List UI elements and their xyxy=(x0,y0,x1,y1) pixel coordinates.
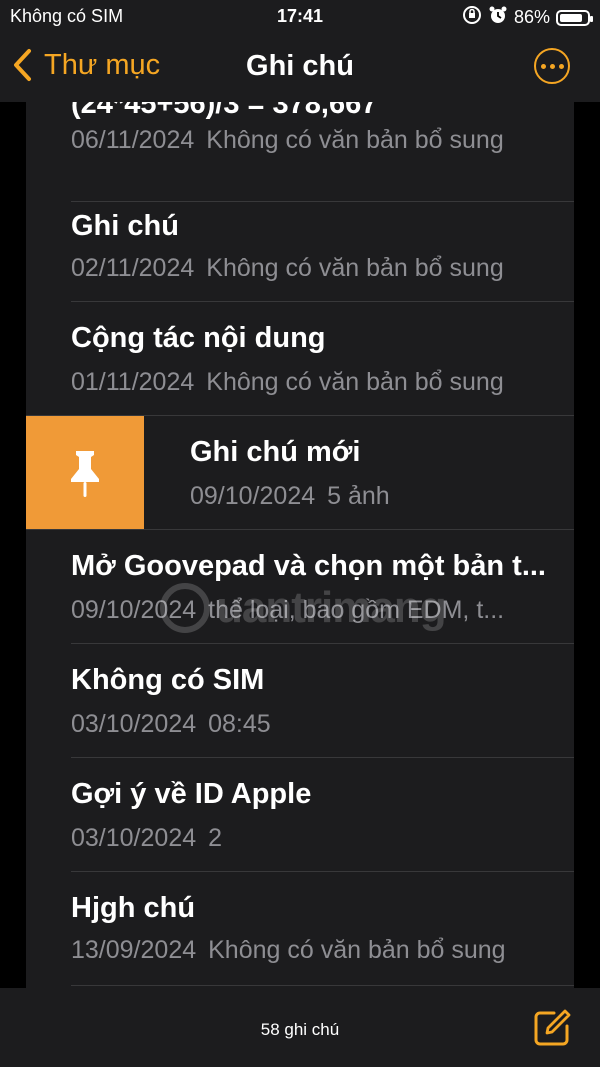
note-detail: Không có văn bản bổ sung xyxy=(206,254,504,282)
note-item[interactable]: (24*45+56)/3 = 378,667 06/11/2024 Không c… xyxy=(26,102,574,202)
note-subtitle: 03/10/2024 08:45 xyxy=(71,710,554,739)
page-title: Ghi chú xyxy=(246,50,354,82)
note-date: 13/09/2024 xyxy=(71,936,197,964)
note-item[interactable]: Gợi ý về ID Apple 03/10/2024 2 xyxy=(26,758,574,872)
status-indicators: 86% xyxy=(462,5,593,30)
note-detail: 5 ảnh xyxy=(327,482,390,510)
pin-button[interactable] xyxy=(26,416,144,530)
note-subtitle: 02/11/2024 Không có văn bản bổ sung xyxy=(71,254,554,283)
note-item[interactable]: Mở Goovepad và chọn một bản t... 09/10/2… xyxy=(26,530,574,644)
note-date: 06/11/2024 xyxy=(71,126,195,154)
note-item[interactable]: Ghi chú 02/11/2024 Không có văn bản bổ su… xyxy=(26,188,574,302)
compose-icon xyxy=(534,1009,571,1046)
note-item[interactable]: Cộng tác nội dung 01/11/2024 Không có văn… xyxy=(26,302,574,416)
battery-percent: 86% xyxy=(513,7,550,27)
note-date: 09/10/2024 xyxy=(190,482,316,510)
orientation-lock-icon xyxy=(462,5,482,30)
note-subtitle: 13/09/2024 Không có văn bản bổ sung xyxy=(71,936,554,965)
note-count: 58 ghi chú xyxy=(260,1020,340,1039)
note-item[interactable]: Không có SIM 03/10/2024 08:45 xyxy=(26,644,574,758)
compose-button[interactable] xyxy=(532,1008,572,1053)
pin-icon xyxy=(71,451,99,497)
alarm-icon xyxy=(488,5,508,30)
note-date: 03/10/2024 xyxy=(71,824,197,852)
note-detail: 08:45 xyxy=(208,710,271,738)
note-title: Gợi ý về ID Apple xyxy=(71,778,312,810)
note-detail: Không có văn bản bổ sung xyxy=(206,368,504,396)
note-title: Không có SIM xyxy=(71,664,265,696)
ellipsis-circle-icon[interactable] xyxy=(534,48,570,84)
note-subtitle: 03/10/2024 2 xyxy=(71,824,554,853)
notes-list: (24*45+56)/3 = 378,667 06/11/2024 Không c… xyxy=(26,102,574,988)
navigation-bar: Thư mục Ghi chú xyxy=(0,34,600,102)
note-detail: Không có văn bản bổ sung xyxy=(208,936,506,964)
note-subtitle: 09/10/2024 thể loại, bao gồm EDM, t... xyxy=(71,596,554,625)
note-detail: thể loại, bao gồm EDM, t... xyxy=(208,596,505,624)
note-subtitle: 06/11/2024 Không có văn bản bổ sung xyxy=(71,126,554,155)
note-date: 01/11/2024 xyxy=(71,368,195,396)
note-detail: 2 xyxy=(208,824,223,852)
note-detail: Không có văn bản bổ sung xyxy=(206,126,504,154)
note-date: 03/10/2024 xyxy=(71,710,197,738)
note-item[interactable]: Hjgh chú 13/09/2024 Không có văn bản bổ s… xyxy=(26,872,574,986)
notes-screen: Không có SIM 17:41 86% Thư mục Ghi chú (… xyxy=(0,0,600,1067)
note-date: 02/11/2024 xyxy=(71,254,195,282)
note-date: 09/10/2024 xyxy=(71,596,197,624)
note-title: Cộng tác nội dung xyxy=(71,322,326,354)
note-subtitle: 01/11/2024 Không có văn bản bổ sung xyxy=(71,368,554,397)
note-item-swiped[interactable]: Ghi chú mới 09/10/2024 5 ảnh xyxy=(26,416,574,530)
battery-icon xyxy=(556,9,593,26)
status-bar: Không có SIM 17:41 86% xyxy=(0,0,600,34)
note-title: Ghi chú mới xyxy=(190,436,361,468)
bottom-toolbar: 58 ghi chú xyxy=(0,988,600,1067)
note-title: Hjgh chú xyxy=(71,892,196,924)
note-subtitle: 09/10/2024 5 ảnh xyxy=(190,482,554,511)
note-title: Ghi chú xyxy=(71,210,179,242)
note-title: (24*45+56)/3 = 378,667 xyxy=(71,102,378,120)
note-title: Mở Goovepad và chọn một bản t... xyxy=(71,550,546,582)
